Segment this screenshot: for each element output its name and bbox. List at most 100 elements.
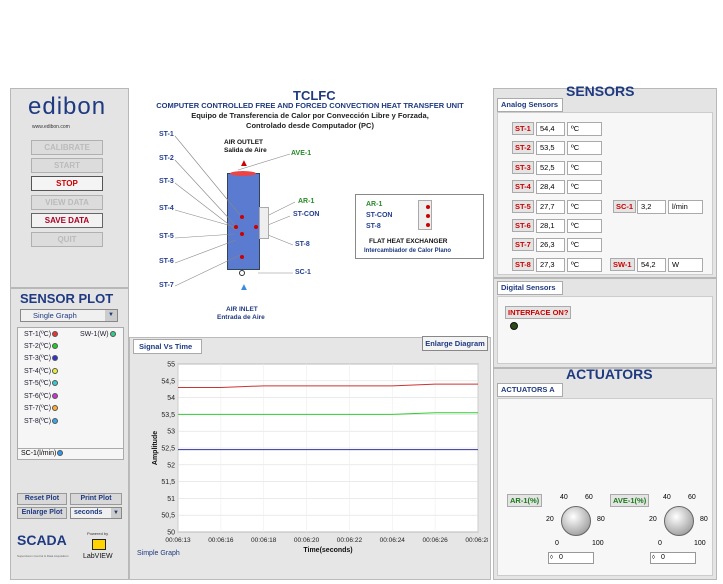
scada-subtitle: Supervision Control & Data Acquisition	[17, 554, 69, 558]
y-tick-label: 50	[167, 530, 175, 537]
x-tick-label: 00:06:16	[208, 537, 234, 544]
ar1-numeric[interactable]: ◊ 0	[548, 552, 594, 564]
plot-item-st1[interactable]: ST-1(ºC)	[24, 331, 59, 338]
calibrate-button[interactable]: CALIBRATE	[31, 140, 103, 155]
view-data-button[interactable]: VIEW DATA	[31, 195, 103, 210]
series-dot-icon[interactable]	[52, 343, 59, 350]
diagram-st1: ST-1	[159, 131, 174, 138]
reset-plot-button[interactable]: Reset Plot	[17, 493, 67, 505]
ave1-tick-100: 100	[694, 540, 706, 547]
plot-item-st2[interactable]: ST-2(ºC)	[24, 343, 59, 350]
series-dot-icon[interactable]	[52, 405, 59, 412]
sensor-st-2-value: 53,5	[536, 141, 565, 155]
sensor-sw1-unit: W	[668, 258, 703, 272]
edibon-logo: edibon	[28, 93, 106, 121]
sensor-st-6-label: ST-6	[512, 219, 534, 232]
plot-item-st8[interactable]: ST-8(ºC)	[24, 418, 59, 425]
series-dot-icon[interactable]	[52, 418, 59, 425]
actuators-area	[497, 398, 713, 576]
graph-mode-select[interactable]: Single Graph ▼	[20, 309, 118, 322]
sensor-point	[234, 225, 238, 229]
tab-digital-sensors[interactable]: Digital Sensors	[497, 281, 563, 295]
diagram-st7: ST-7	[159, 282, 174, 289]
interface-on-label: INTERFACE ON?	[505, 306, 572, 319]
plot-item-label: ST-2(ºC)	[24, 343, 52, 350]
ar1-knob[interactable]	[561, 506, 591, 536]
sensor-st-8-unit: ºC	[567, 258, 602, 272]
units-value: seconds	[74, 509, 103, 516]
sensor-sw1-value: 54,2	[637, 258, 666, 272]
series-dot-icon[interactable]	[57, 450, 64, 457]
stepper-arrows-icon[interactable]: ◊	[652, 553, 655, 563]
y-tick-label: 55	[167, 362, 175, 369]
diagram-sc1: SC-1	[295, 269, 311, 276]
plot-item-st3[interactable]: ST-3(ºC)	[24, 355, 59, 362]
sensor-plot-list: ST-1(ºC) ST-2(ºC) ST-3(ºC) ST-4(ºC) ST-5…	[17, 327, 124, 460]
plot-item-sc1[interactable]: SC-1(l/min)	[17, 448, 124, 460]
ave1-numeric[interactable]: ◊ 0	[650, 552, 696, 564]
series-dot-icon[interactable]	[52, 380, 59, 387]
hx-stcon: ST-CON	[366, 212, 393, 219]
sensor-st-7-value: 26,3	[536, 238, 565, 252]
ave1-tick-80: 80	[700, 516, 708, 523]
x-tick-label: 00:06:24	[380, 537, 406, 544]
tab-signal-vs-time[interactable]: Signal Vs Time	[133, 339, 202, 354]
x-tick-label: 00:06:18	[251, 537, 277, 544]
x-tick-label: 00:06:20	[294, 537, 320, 544]
series-dot-icon[interactable]	[52, 393, 59, 400]
plot-item-st5[interactable]: ST-5(ºC)	[24, 380, 59, 387]
save-data-button[interactable]: SAVE DATA	[31, 213, 103, 228]
series-dot-icon[interactable]	[52, 331, 59, 338]
start-button[interactable]: START	[31, 158, 103, 173]
diagram-stcon: ST-CON	[293, 211, 320, 218]
tab-analog-sensors[interactable]: Analog Sensors	[497, 98, 563, 112]
x-tick-label: 00:06:13	[165, 537, 191, 544]
sensor-st-4-value: 28,4	[536, 180, 565, 194]
units-select[interactable]: seconds ▼	[70, 507, 122, 519]
diagram-st3: ST-3	[159, 178, 174, 185]
enlarge-plot-button[interactable]: Enlarge Plot	[17, 507, 67, 519]
stepper-arrows-icon[interactable]: ◊	[550, 553, 553, 563]
ar1-knob-label: AR-1(%)	[507, 494, 543, 507]
y-tick-label: 50,5	[161, 513, 175, 520]
sensor-st-1-label: ST-1	[512, 122, 534, 135]
brand-url: www.edibon.com	[32, 124, 70, 130]
plot-item-st4[interactable]: ST-4(ºC)	[24, 368, 59, 375]
sensor-st-7-label: ST-7	[512, 238, 534, 251]
sensor-plot-title: SENSOR PLOT	[20, 291, 114, 306]
ar1-tick-0: 0	[555, 540, 559, 547]
graph-mode-value: Single Graph	[33, 311, 77, 320]
series-dot-icon[interactable]	[109, 331, 116, 338]
side-plate	[259, 207, 269, 239]
plot-item-label: ST-6(ºC)	[24, 393, 52, 400]
plot-item-sw1[interactable]: SW-1(W)	[80, 331, 116, 338]
sensor-sc1-unit: l/min	[668, 200, 703, 214]
plot-item-label: ST-7(ºC)	[24, 405, 52, 412]
series-dot-icon[interactable]	[52, 368, 59, 375]
y-tick-label: 53	[167, 429, 175, 436]
quit-button[interactable]: QUIT	[31, 232, 103, 247]
hx-title: FLAT HEAT EXCHANGER	[369, 238, 448, 245]
sensor-st-5-value: 27,7	[536, 200, 565, 214]
plot-item-st6[interactable]: ST-6(ºC)	[24, 393, 59, 400]
sensor-st-2-label: ST-2	[512, 141, 534, 154]
enlarge-diagram-button[interactable]: Enlarge Diagram	[422, 336, 488, 351]
x-tick-label: 00:06:22	[337, 537, 363, 544]
print-plot-button[interactable]: Print Plot	[70, 493, 122, 505]
chevron-down-icon: ▼	[111, 508, 121, 518]
ave1-knob-label: AVE-1(%)	[610, 494, 650, 507]
plot-item-st7[interactable]: ST-7(ºC)	[24, 405, 59, 412]
y-tick-label: 54	[167, 395, 175, 402]
y-tick-label: 54,5	[161, 378, 175, 385]
ave1-knob[interactable]	[664, 506, 694, 536]
diagram-ave1: AVE-1	[291, 150, 312, 157]
series-dot-icon[interactable]	[52, 355, 59, 362]
ave1-tick-20: 20	[649, 516, 657, 523]
plot-item-label: SW-1(W)	[80, 331, 109, 338]
x-tick-label: 00:06:26	[422, 537, 448, 544]
stop-button[interactable]: STOP	[31, 176, 103, 191]
tab-actuators-a[interactable]: ACTUATORS A	[497, 383, 563, 397]
sensor-st-5-unit: ºC	[567, 200, 602, 214]
y-tick-label: 51	[167, 496, 175, 503]
labview-label: LabVIEW	[83, 553, 113, 560]
